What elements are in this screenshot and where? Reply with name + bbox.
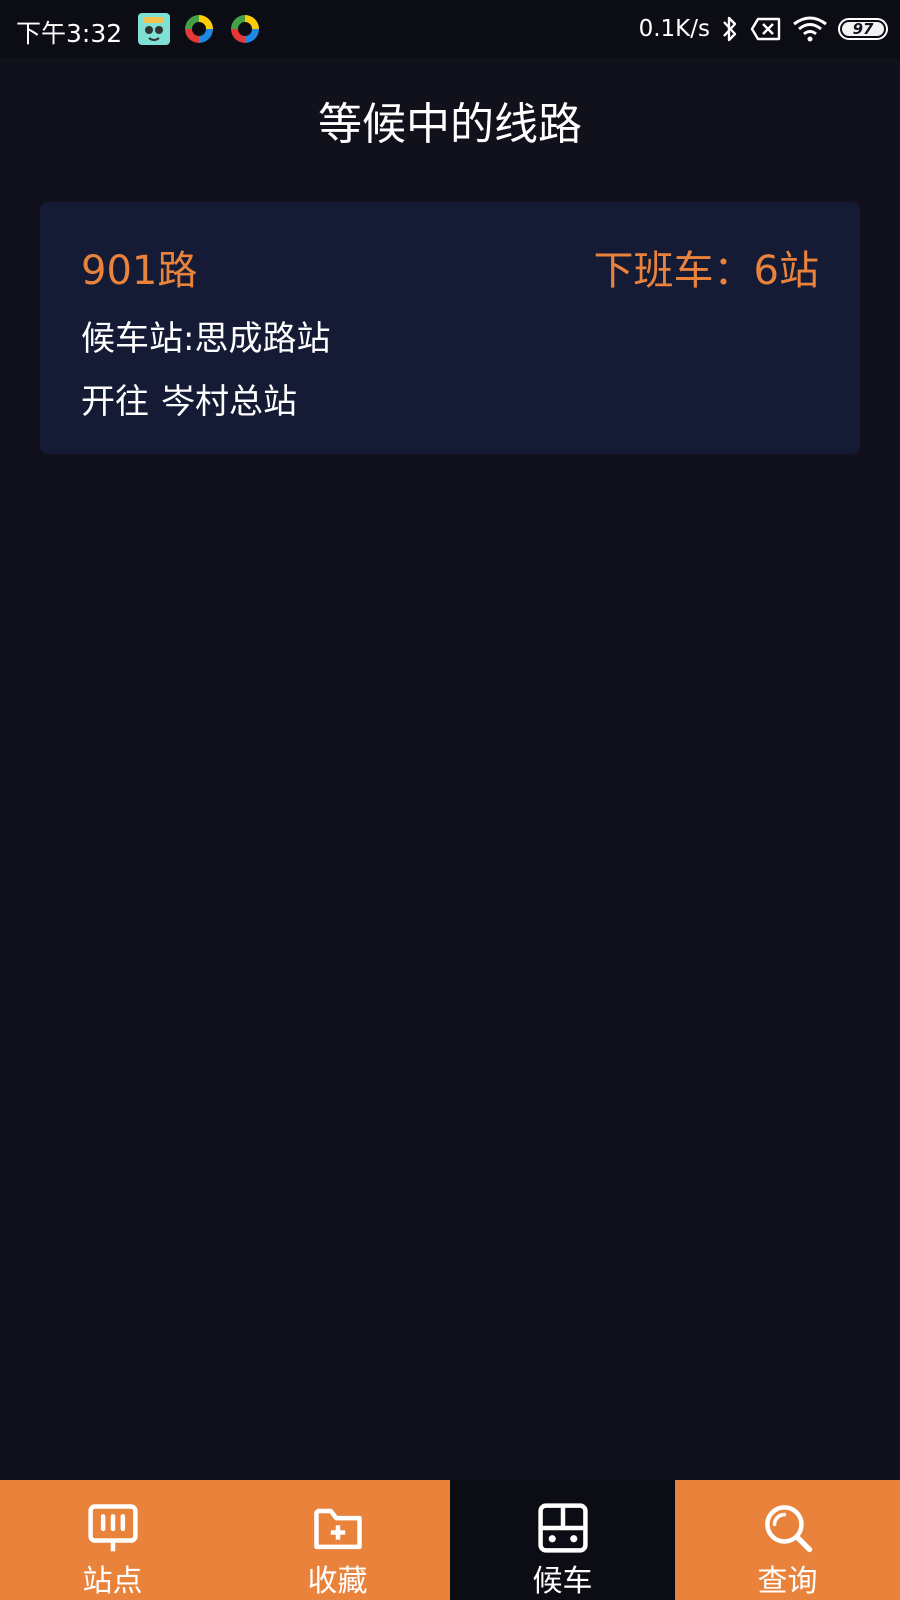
sync-icon	[231, 15, 259, 43]
status-indicators: 0.1K/s 97	[639, 12, 888, 46]
battery-level: 97	[852, 20, 874, 38]
folder-add-icon	[313, 1508, 362, 1550]
tab-favorites[interactable]: 收藏	[225, 1480, 450, 1600]
network-speed: 0.1K/s	[638, 16, 710, 42]
waiting-route-card[interactable]: 901路 下班车：6站 候车站:思成路站 开往 岑村总站	[40, 202, 860, 454]
route-name: 901路	[81, 248, 198, 294]
direction-prefix: 开往	[81, 382, 149, 422]
bluetooth-icon	[723, 16, 737, 42]
tab-label: 查询	[757, 1564, 818, 1599]
wifi-icon	[793, 16, 827, 42]
no-sim-icon	[750, 17, 781, 41]
status-bar: 下午3:32 0.1K/s 97	[0, 0, 900, 58]
status-time: 下午3:32	[16, 19, 123, 48]
wait-station: 候车站:思成路站	[81, 319, 331, 359]
tab-waiting[interactable]: 候车	[450, 1480, 675, 1600]
tab-label: 站点	[82, 1564, 143, 1599]
tab-search[interactable]: 查询	[675, 1480, 900, 1600]
tab-label: 收藏	[307, 1564, 368, 1599]
page-title: 等候中的线路	[318, 99, 582, 150]
bus-icon	[537, 1503, 588, 1553]
tab-stations[interactable]: 站点	[0, 1480, 225, 1600]
direction-destination: 岑村总站	[161, 382, 297, 422]
search-icon	[764, 1505, 812, 1553]
battery-indicator: 97	[838, 18, 888, 40]
sync-icon	[185, 15, 213, 43]
app-notification-icon	[138, 13, 170, 45]
next-bus-stops: 下班车：6站	[593, 248, 819, 294]
tab-label: 候车	[532, 1564, 593, 1599]
bus-stop-sign-icon	[87, 1504, 138, 1552]
route-direction: 开往 岑村总站	[81, 374, 297, 423]
bottom-tab-bar: 站点 收藏 候车 查询	[0, 1480, 900, 1600]
